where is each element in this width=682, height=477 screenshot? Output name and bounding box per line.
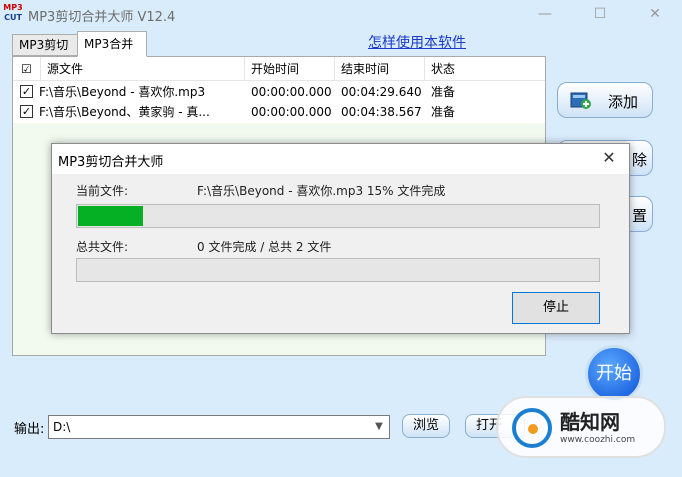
- total-files-label: 总共文件:: [76, 240, 129, 254]
- row-source: F:\音乐\Beyond - 喜欢你.mp3: [39, 85, 206, 99]
- output-label: 输出:: [14, 422, 45, 437]
- header-source[interactable]: 源文件: [41, 57, 245, 81]
- row-source: F:\音乐\Beyond、黄家驹 - 真...: [39, 105, 210, 119]
- watermark-url: www.coozhi.com: [560, 435, 636, 445]
- current-file-value: F:\音乐\Beyond - 喜欢你.mp3 15% 文件完成: [197, 184, 446, 198]
- app-icon: MP3 CUT: [3, 3, 23, 22]
- watermark-text: 酷知网: [560, 410, 620, 434]
- row-checkbox[interactable]: ✓: [20, 105, 33, 118]
- tab-mp3-cut[interactable]: MP3剪切: [12, 34, 78, 56]
- row-start-time: 00:00:00.000: [251, 105, 332, 119]
- start-button[interactable]: 开始: [585, 345, 643, 403]
- reset-button-label: 置: [632, 207, 648, 225]
- delete-button-label: 除: [632, 151, 648, 169]
- header-start-time[interactable]: 开始时间: [245, 57, 335, 81]
- output-path-value: D:\: [53, 420, 71, 434]
- list-header: ☑ 源文件 开始时间 结束时间 状态: [13, 57, 545, 81]
- table-row[interactable]: ✓ F:\音乐\Beyond、黄家驹 - 真... 00:00:00.000 0…: [13, 102, 545, 122]
- progress-dialog: MP3剪切合并大师 ✕ 当前文件: F:\音乐\Beyond - 喜欢你.mp3…: [51, 143, 630, 334]
- table-row[interactable]: ✓ F:\音乐\Beyond - 喜欢你.mp3 00:00:00.000 00…: [13, 82, 545, 102]
- row-status: 准备: [431, 105, 456, 119]
- total-files-value: 0 文件完成 / 总共 2 文件: [197, 240, 332, 254]
- watermark-logo-icon: [512, 408, 552, 448]
- dialog-close-icon[interactable]: ✕: [599, 148, 619, 168]
- dialog-title: MP3剪切合并大师: [58, 155, 164, 170]
- title-bar: MP3 CUT MP3剪切合并大师 V12.4 — ☐ ✕: [0, 0, 682, 30]
- tab-mp3-merge[interactable]: MP3合并: [77, 31, 147, 57]
- current-file-progress-fill: [78, 206, 143, 226]
- stop-button[interactable]: 停止: [512, 292, 600, 324]
- maximize-button[interactable]: ☐: [585, 4, 615, 24]
- row-end-time: 00:04:29.640: [341, 85, 422, 99]
- add-button[interactable]: 添加: [557, 82, 653, 118]
- watermark: 酷知网 www.coozhi.com: [496, 396, 666, 458]
- browse-button[interactable]: 浏览: [402, 414, 450, 438]
- current-file-progress-bar: [76, 204, 600, 228]
- add-button-label: 添加: [608, 93, 639, 111]
- header-end-time[interactable]: 结束时间: [335, 57, 425, 81]
- minimize-button[interactable]: —: [530, 4, 560, 24]
- chevron-down-icon[interactable]: ▼: [371, 416, 387, 438]
- header-check[interactable]: ☑: [13, 57, 41, 81]
- total-files-progress-bar: [76, 258, 600, 282]
- output-path-select[interactable]: D:\ ▼: [48, 415, 390, 439]
- close-button[interactable]: ✕: [640, 4, 670, 24]
- header-status[interactable]: 状态: [425, 57, 545, 81]
- row-start-time: 00:00:00.000: [251, 85, 332, 99]
- row-end-time: 00:04:38.567: [341, 105, 422, 119]
- help-link[interactable]: 怎样使用本软件: [368, 32, 466, 52]
- add-file-icon: [570, 92, 591, 109]
- window-title: MP3剪切合并大师 V12.4: [28, 10, 176, 25]
- dialog-title-bar: MP3剪切合并大师 ✕: [52, 144, 629, 174]
- row-checkbox[interactable]: ✓: [20, 85, 33, 98]
- current-file-label: 当前文件:: [76, 184, 129, 198]
- row-status: 准备: [431, 85, 456, 99]
